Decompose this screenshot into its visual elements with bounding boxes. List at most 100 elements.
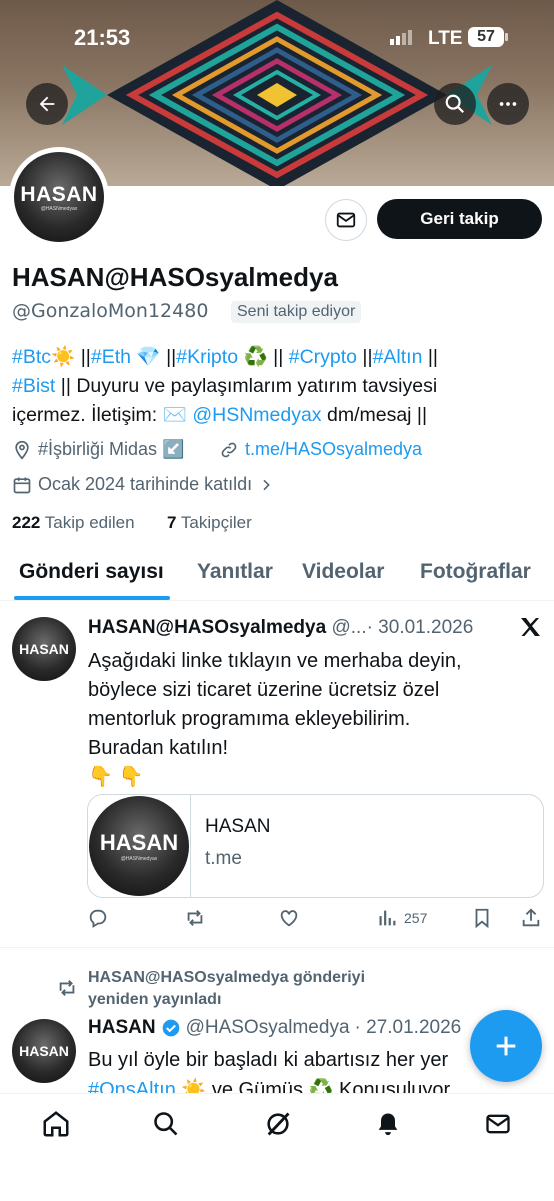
tab-posts[interactable]: Gönderi sayısı [19, 560, 164, 584]
search-icon [154, 1112, 178, 1136]
grok-icon [267, 1112, 290, 1136]
profile-bio: #Btc☀️ ||#Eth 💎 ||#Kripto ♻️ || #Crypto … [12, 343, 547, 430]
tab-videos[interactable]: Videolar [302, 560, 384, 584]
home-icon [43, 1111, 69, 1137]
bio-tag-eth[interactable]: #Eth [91, 346, 131, 368]
post1-date: · 30.01.2026 [366, 617, 474, 638]
bookmark-button[interactable] [471, 907, 493, 929]
repost-button[interactable] [183, 907, 207, 929]
profile-handle: @GonzaloMon12480 [12, 300, 209, 322]
reply-button[interactable] [87, 907, 109, 929]
bio-sep: || [357, 346, 373, 368]
following-count[interactable]: 222 Takip edilen [12, 513, 135, 533]
card-thumb-sub: @HASNmedyax [120, 856, 158, 862]
profile-link[interactable]: t.me/HASOsyalmedya [219, 439, 422, 460]
post1-header: HASAN@HASOsyalmedya @...· 30.01.2026 [88, 617, 473, 639]
bio-line-2: #Bist || Duyuru ve paylaşımlarım yatırım… [12, 372, 547, 401]
network-label: LTE [428, 28, 463, 49]
search-button[interactable] [434, 83, 476, 125]
more-options-button[interactable] [487, 83, 529, 125]
avatar-text: HASAN [19, 1043, 69, 1059]
repost-indicator-icon [59, 980, 75, 996]
bio-line-3: içermez. İletişim: ✉️ @HSNmedyax dm/mesa… [12, 401, 547, 430]
avatar-sub: @HASNmedyax [40, 205, 78, 212]
more-icon [499, 102, 517, 106]
link-card-thumb: HASAN @HASNmedyax [88, 795, 190, 897]
profile-joined: Ocak 2024 tarihinde katıldı [12, 474, 274, 495]
avatar-text: HASAN [19, 641, 69, 657]
followers-label: Takipçiler [180, 513, 252, 532]
nav-grok[interactable] [262, 1108, 294, 1140]
avatar-text: HASAN [20, 182, 98, 206]
calendar-icon [13, 477, 31, 493]
repost-icon [187, 910, 203, 926]
link-card-title: HASAN [205, 816, 271, 837]
share-button[interactable] [520, 907, 542, 929]
location-text: #İşbirliği Midas ↙️ [38, 439, 185, 459]
link-card[interactable]: HASAN @HASNmedyax HASAN t.me [87, 794, 544, 898]
views-icon [379, 910, 396, 926]
back-button[interactable] [26, 83, 68, 125]
nav-notifications[interactable] [372, 1108, 404, 1140]
nav-home[interactable] [40, 1108, 72, 1140]
bio-tag-crypto[interactable]: #Crypto [289, 346, 357, 368]
tab-photos[interactable]: Fotoğraflar [420, 560, 531, 584]
plus-icon [496, 1036, 516, 1056]
bio-tag-altin[interactable]: #Altın [373, 346, 423, 368]
following-label: Takip edilen [44, 513, 135, 532]
bookmark-icon [475, 908, 489, 929]
like-button[interactable] [278, 907, 300, 929]
views-button[interactable]: 257 [376, 907, 427, 929]
profile-avatar[interactable]: HASAN @HASNmedyax [9, 147, 109, 247]
repost-context: HASAN@HASOsyalmedya gönderiyi yeniden ya… [88, 967, 365, 1011]
post1-line: 👇 👇 [88, 766, 144, 788]
post1-line: Aşağıdaki linke tıklayın ve merhaba deyi… [88, 650, 462, 672]
reply-icon [89, 909, 107, 928]
joined-text: Ocak 2024 tarihinde katıldı [38, 474, 253, 494]
message-button[interactable] [325, 199, 367, 241]
back-arrow-icon [39, 96, 55, 112]
location-icon [15, 440, 29, 460]
chevron-right-icon[interactable] [258, 477, 274, 493]
bio-tag-bist[interactable]: #Bist [12, 375, 55, 397]
bio-text: dm/mesaj || [321, 404, 428, 426]
bio-sep: || [75, 346, 91, 368]
bio-emoji: ☀️ [51, 346, 76, 368]
post2-header: HASAN @HASOsyalmedya · 27.01.2026 [88, 1017, 461, 1039]
post1-line: Buradan katılın! [88, 737, 229, 759]
bio-sep: ♻️ || [238, 346, 289, 368]
bio-text: || Duyuru ve paylaşımlarım yatırım tavsi… [55, 375, 438, 397]
post1-line: mentorluk programıma ekleyebilirim. [88, 708, 411, 730]
nav-search[interactable] [150, 1108, 182, 1140]
follows-you-badge: Seni takip ediyor [231, 301, 362, 323]
status-time: 21:53 [74, 25, 131, 50]
battery-tip [505, 33, 508, 41]
post2-author[interactable]: HASAN [88, 1017, 156, 1039]
post1-line: böylece sizi ticaret üzerine ücretsiz öz… [88, 679, 440, 701]
bio-text: içermez. İletişim: ✉️ [12, 404, 193, 426]
followers-number: 7 [167, 513, 177, 532]
followers-count[interactable]: 7 Takipçiler [167, 513, 252, 533]
link-icon [221, 442, 237, 457]
profile-display-name: HASAN@HASOsyalmedya [12, 262, 338, 292]
post2-avatar[interactable]: HASAN [12, 1019, 76, 1083]
verified-icon [162, 1019, 179, 1037]
repost-line: yeniden yayınladı [88, 991, 222, 1008]
link-card-domain: t.me [205, 848, 242, 869]
repost-line[interactable]: HASAN@HASOsyalmedya gönderiyi [88, 967, 365, 989]
nav-messages[interactable] [482, 1108, 514, 1140]
card-thumb-text: HASAN [99, 830, 179, 855]
post1-avatar[interactable]: HASAN [12, 617, 76, 681]
tab-replies[interactable]: Yanıtlar [197, 560, 273, 584]
bio-tag-btc[interactable]: #Btc [12, 346, 51, 368]
post1-text: Aşağıdaki linke tıklayın ve merhaba deyi… [88, 647, 543, 792]
follow-back-button[interactable]: Geri takip [377, 199, 542, 239]
compose-fab[interactable] [470, 1010, 542, 1082]
bio-line-1: #Btc☀️ ||#Eth 💎 ||#Kripto ♻️ || #Crypto … [12, 343, 547, 372]
bio-mention[interactable]: @HSNmedyax [192, 404, 321, 426]
bio-tag-kripto[interactable]: #Kripto [176, 346, 238, 368]
bio-sep: 💎 || [131, 346, 177, 368]
link-text[interactable]: t.me/HASOsyalmedya [245, 439, 422, 460]
post1-author[interactable]: HASAN@HASOsyalmedya [88, 617, 326, 638]
post1-handle: @... [331, 617, 367, 638]
